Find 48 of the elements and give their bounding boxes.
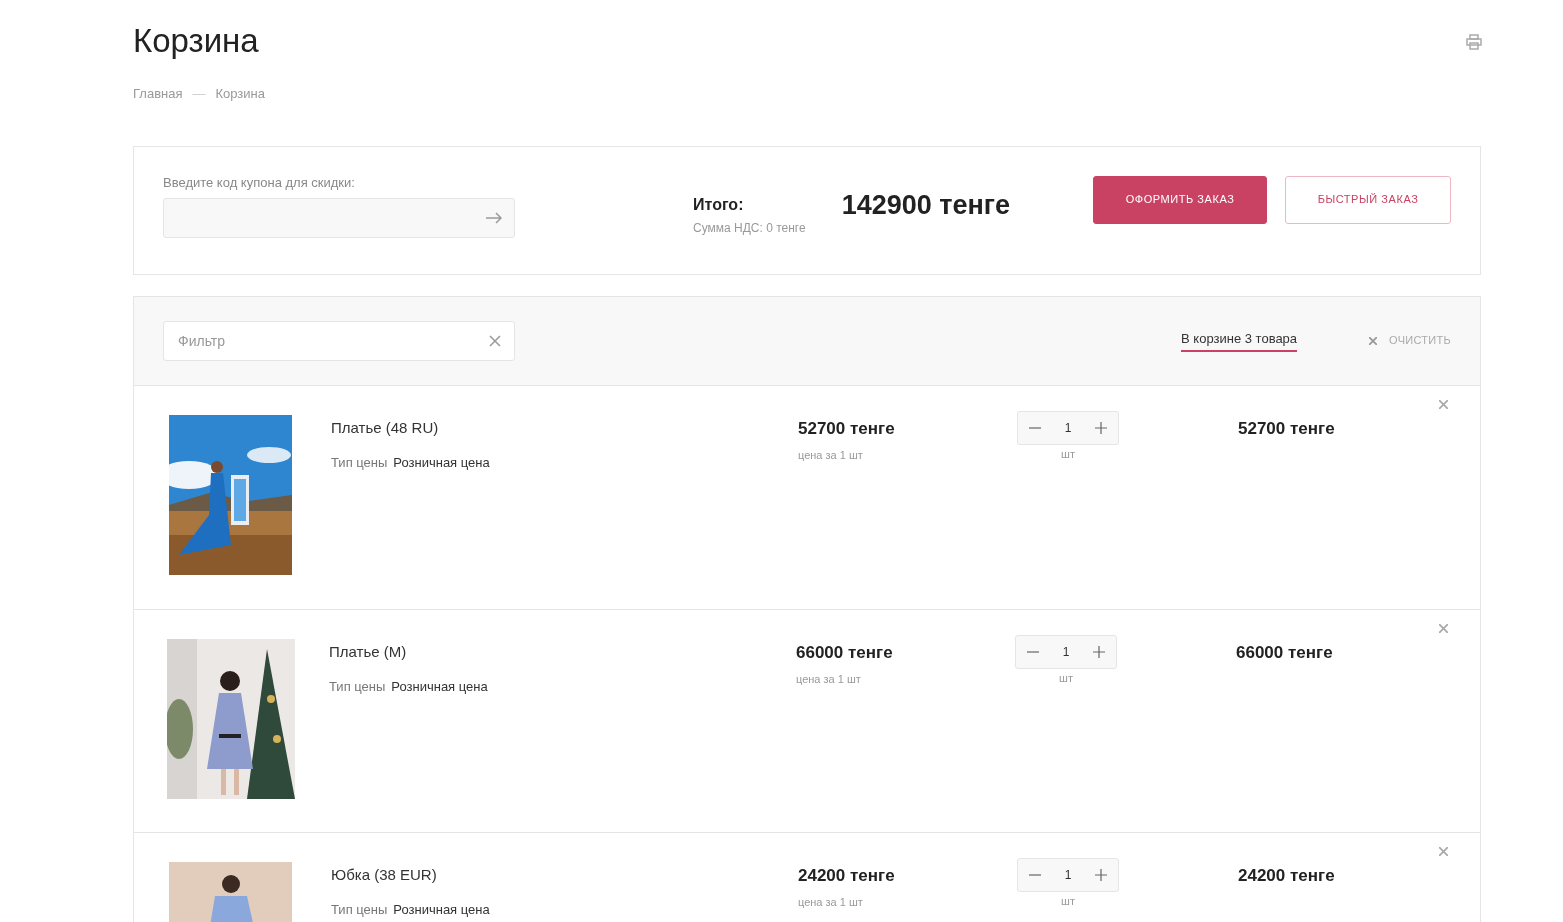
unit-price: 24200 тенге <box>798 864 896 887</box>
product-name[interactable]: Юбка (38 EUR) <box>331 863 798 886</box>
plus-icon[interactable] <box>1095 421 1107 434</box>
print-icon[interactable] <box>1466 34 1482 50</box>
plus-icon[interactable] <box>1095 868 1107 881</box>
breadcrumb-separator: — <box>192 85 206 103</box>
quantity-value[interactable]: 1 <box>1052 865 1084 884</box>
line-total: 24200 тенге <box>1238 864 1335 887</box>
arrow-right-icon[interactable] <box>486 212 502 224</box>
checkout-button[interactable]: ОФОРМИТЬ ЗАКАЗ <box>1093 175 1267 224</box>
price-type-label: Тип цены <box>329 678 386 696</box>
unit-price: 66000 тенге <box>796 641 894 664</box>
cart-tab[interactable]: В корзине 3 товара <box>1181 328 1298 353</box>
price-note: цена за 1 шт <box>796 672 862 687</box>
unit-label: шт <box>1059 670 1073 686</box>
unit-label: шт <box>1061 893 1075 909</box>
remove-button[interactable] <box>1439 623 1449 634</box>
close-icon[interactable] <box>489 334 501 347</box>
unit-price: 52700 тенге <box>798 417 896 440</box>
line-total: 52700 тенге <box>1238 417 1335 440</box>
vat-text: Сумма НДС: 0 тенге <box>693 219 806 237</box>
price-note: цена за 1 шт <box>798 895 864 910</box>
remove-button[interactable] <box>1439 846 1449 857</box>
quantity-value[interactable]: 1 <box>1052 418 1084 437</box>
filter-field[interactable]: Фильтр <box>163 320 515 361</box>
quantity-stepper[interactable]: 1 <box>1017 857 1119 892</box>
plus-icon[interactable] <box>1093 645 1105 658</box>
quantity-stepper[interactable]: 1 <box>1017 410 1119 445</box>
product-name[interactable]: Платье (M) <box>329 640 796 663</box>
product-name[interactable]: Платье (48 RU) <box>331 416 798 439</box>
price-type-value: Розничная цена <box>393 901 490 919</box>
price-note: цена за 1 шт <box>798 448 864 463</box>
quantity-stepper[interactable]: 1 <box>1015 634 1117 669</box>
line-total: 66000 тенге <box>1236 641 1333 664</box>
quick-order-button[interactable]: БЫСТРЫЙ ЗАКАЗ <box>1285 175 1451 224</box>
price-type-value: Розничная цена <box>391 678 488 696</box>
page-title: Корзина <box>133 21 259 61</box>
price-type-label: Тип цены <box>331 454 388 472</box>
coupon-field[interactable] <box>163 198 515 238</box>
total-label: Итого: <box>693 194 745 215</box>
unit-label: шт <box>1061 446 1075 462</box>
price-type-value: Розничная цена <box>393 454 490 472</box>
price-type-label: Тип цены <box>331 901 388 919</box>
close-icon <box>1369 336 1378 345</box>
remove-button[interactable] <box>1439 399 1449 410</box>
quantity-value[interactable]: 1 <box>1050 642 1082 661</box>
coupon-label: Введите код купона для скидки: <box>163 173 356 192</box>
order-total: 142900 тенге <box>841 188 1011 222</box>
